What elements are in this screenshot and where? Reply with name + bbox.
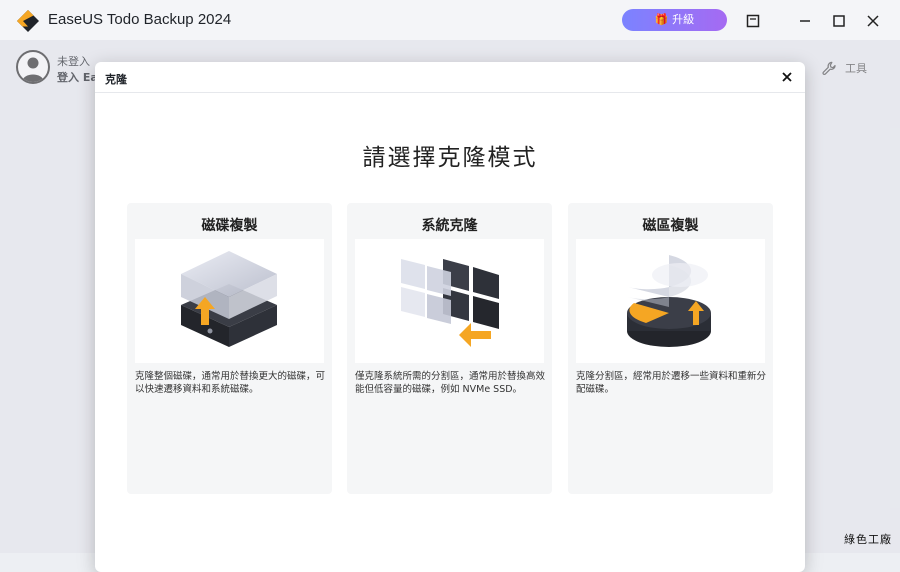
upgrade-label: 升級 — [672, 13, 695, 26]
watermark: 綠色工廠 — [844, 533, 892, 546]
feedback-icon[interactable] — [742, 10, 764, 32]
card-title: 磁區複製 — [642, 218, 699, 234]
system-clone-icon — [401, 259, 499, 347]
maximize-button[interactable] — [828, 10, 850, 32]
modal-overlay: 克隆 請選擇克隆模式 磁碟複製 克隆整個磁碟，通常用於替換更大的磁碟，可以快速遷… — [0, 40, 900, 572]
app-titlebar: EaseUS Todo Backup 2024 🎁 升級 — [0, 0, 900, 40]
gift-icon: 🎁 — [654, 13, 669, 26]
partition-clone-illustration — [576, 239, 765, 363]
disk-clone-illustration — [135, 239, 324, 363]
dialog-heading: 請選擇克隆模式 — [362, 145, 538, 171]
disk-clone-icon — [181, 251, 277, 347]
disk-clone-card[interactable]: 磁碟複製 克隆整個磁碟，通常用於替換更大的磁碟，可以快速遷移資料和系統磁碟。 — [127, 203, 332, 494]
system-clone-card[interactable]: 系統克隆 僅克隆系統所需的分割區，通常用於替換高效能但低容量的磁碟，例如 NVM… — [347, 203, 552, 494]
card-description: 僅克隆系統所需的分割區，通常用於替換高效能但低容量的磁碟，例如 NVMe SSD… — [355, 371, 546, 395]
card-description: 克隆分割區，經常用於遷移一些資料和重新分配磁碟。 — [576, 371, 767, 395]
partition-clone-icon — [627, 255, 711, 347]
easeus-logo-icon — [17, 10, 39, 32]
app-title: EaseUS Todo Backup 2024 — [48, 11, 232, 28]
card-title: 系統克隆 — [421, 218, 478, 234]
partition-clone-card[interactable]: 磁區複製 克隆分割區，經常用於遷移一些資料和重新分配磁碟。 — [568, 203, 773, 494]
close-icon — [782, 72, 792, 82]
dialog-close-button[interactable] — [777, 67, 797, 87]
upgrade-button[interactable]: 🎁 升級 — [622, 9, 727, 31]
card-description: 克隆整個磁碟，通常用於替換更大的磁碟，可以快速遷移資料和系統磁碟。 — [135, 371, 326, 395]
close-window-button[interactable] — [862, 10, 884, 32]
minimize-button[interactable] — [794, 10, 816, 32]
dialog-header: 克隆 — [95, 62, 805, 93]
clone-dialog: 克隆 請選擇克隆模式 磁碟複製 克隆整個磁碟，通常用於替換更大的磁碟，可以快速遷… — [95, 62, 805, 572]
dialog-title: 克隆 — [105, 73, 127, 86]
card-title: 磁碟複製 — [201, 218, 258, 234]
system-clone-illustration — [355, 239, 544, 363]
